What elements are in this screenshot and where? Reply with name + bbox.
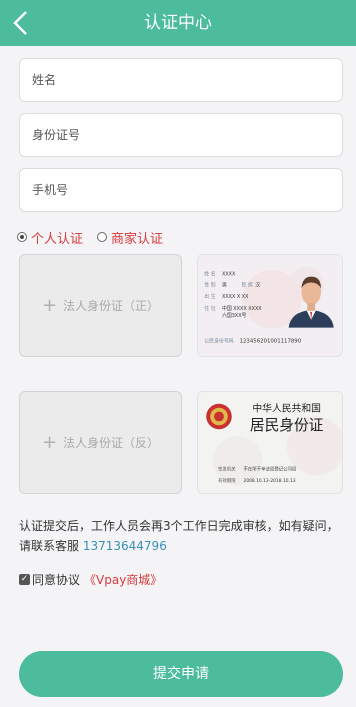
auth-type-selector: 个人认证 商家认证 [17,228,177,247]
front-birth-value: XXXX X XX [222,294,249,300]
back-authority-key: 签发机关 [218,465,236,472]
front-id-key: 公民身份号码 [204,337,233,344]
front-name-value: XXXX [222,272,236,278]
back-country: 中华人民共和国 [252,402,321,415]
id-number-field[interactable] [19,113,343,157]
phone-input[interactable] [20,169,342,211]
radio-selected-icon [17,232,27,242]
radio-merchant[interactable]: 商家认证 [97,228,163,247]
id-number-input[interactable] [20,114,342,156]
front-address-value: 中国 XXXX XXXX [222,305,262,312]
front-name-key: 姓 名 [204,271,215,278]
upload-front-label: 法人身份证（正） [63,299,160,313]
front-birth-key: 出 生 [204,293,215,300]
upload-back-label: 法人身份证（反） [63,436,160,450]
id-back-sample-image: 中华人民共和国 居民身份证 签发机关 不在所干辛法局登记公司局 有效期限 200… [197,391,343,494]
submit-button[interactable]: 提交申请 [19,651,343,697]
upload-id-front[interactable]: + 法人身份证（正） [19,254,182,357]
agreement-row: ✓ 同意协议 《Vpay商城》 [19,571,162,588]
notice-text: 认证提交后，工作人员会再3个工作日完成审核，如有疑问，请联系客服 [19,519,339,553]
plus-icon: + [41,432,58,453]
id-front-sample-image: 姓 名 XXXX 性 别 男 民 族 汉 出 生 XXXX X XX 住 址 中… [197,254,343,357]
front-sex-value: 男 [222,282,227,288]
agree-label: 同意协议 [32,573,81,587]
review-notice: 认证提交后，工作人员会再3个工作日完成审核，如有疑问，请联系客服 1371364… [19,516,344,556]
back-validity-value: 2008.10.13-2018.10.13 [244,478,296,484]
radio-unselected-icon [97,232,108,242]
front-sex-key: 性 别 [204,281,215,288]
radio-personal-label: 个人认证 [31,231,84,247]
front-address-value2: 六国3XX号 [222,312,247,319]
name-field[interactable] [19,58,343,102]
name-input[interactable] [20,59,342,101]
page-title: 认证中心 [144,13,212,33]
agreement-link[interactable]: 《Vpay商城》 [84,571,162,588]
national-emblem-icon [206,403,232,430]
plus-icon: + [41,295,58,316]
agree-checkbox[interactable]: ✓ [19,574,30,585]
upload-id-back[interactable]: + 法人身份证（反） [19,391,182,494]
front-ethnic-key: 民 族 [242,281,253,288]
service-phone-link[interactable]: 13713644796 [83,539,167,553]
front-address-key: 住 址 [204,305,215,312]
front-id-value: 123456201001117890 [240,338,302,344]
phone-field[interactable] [19,168,343,212]
back-validity-key: 有效期限 [218,477,236,484]
back-title: 居民身份证 [250,417,324,434]
header-bar: 认证中心 [0,0,356,46]
radio-merchant-label: 商家认证 [111,231,164,247]
radio-personal[interactable]: 个人认证 [17,228,83,247]
front-ethnic-value: 汉 [255,281,260,288]
back-authority-value: 不在所干辛法局登记公司局 [244,465,297,472]
